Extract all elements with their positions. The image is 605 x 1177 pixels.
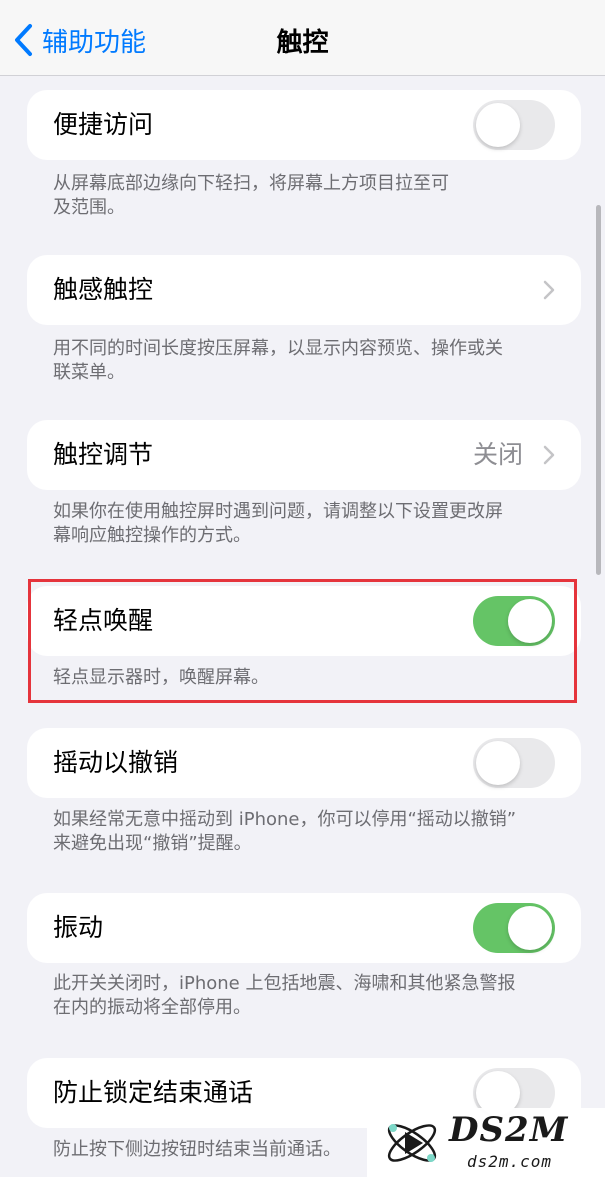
row-footer: 此开关关闭时，iPhone 上包括地震、海啸和其他紧急警报 在内的振动将全部停用… [53, 972, 563, 1020]
watermark-domain: ds2m.com [467, 1152, 553, 1171]
toggle-knob [476, 741, 520, 785]
row-footer: 如果你在使用触控屏时遇到问题，请调整以下设置更改屏 幕响应触控操作的方式。 [53, 500, 563, 548]
row-footer: 如果经常无意中摇动到 iPhone，你可以停用“摇动以撤销” 来避免出现“撤销”… [53, 808, 563, 856]
row-label: 振动 [53, 913, 104, 942]
reachability-toggle[interactable] [473, 100, 555, 150]
footer-line: 此开关关闭时，iPhone 上包括地震、海啸和其他紧急警报 [53, 973, 516, 994]
vibration-toggle[interactable] [473, 903, 555, 953]
watermark: DS2M ds2m.com [367, 1108, 605, 1177]
atom-logo-icon [387, 1124, 437, 1162]
setting-row-haptic-touch[interactable]: 触感触控 [27, 255, 581, 325]
chevron-right-icon [543, 280, 555, 300]
page-title: 触控 [276, 28, 329, 58]
setting-row-shake-to-undo[interactable]: 摇动以撤销 [27, 728, 581, 798]
row-label: 触感触控 [53, 275, 154, 304]
row-value: 关闭 [472, 440, 523, 469]
footer-line: 从屏幕底部边缘向下轻扫，将屏幕上方项目拉至可 [53, 173, 449, 194]
row-label: 触控调节 [53, 440, 154, 469]
toggle-knob [508, 906, 552, 950]
navigation-bar: 辅助功能 触控 [0, 0, 605, 76]
shake-to-undo-toggle[interactable] [473, 738, 555, 788]
row-label: 便捷访问 [53, 110, 154, 139]
footer-line: 如果经常无意中摇动到 iPhone，你可以停用“摇动以撤销” [53, 809, 517, 830]
footer-line: 在内的振动将全部停用。 [53, 997, 251, 1018]
highlight-box [28, 579, 577, 703]
row-footer: 从屏幕底部边缘向下轻扫，将屏幕上方项目拉至可 及范围。 [53, 172, 563, 220]
setting-row-touch-accommodations[interactable]: 触控调节 关闭 [27, 420, 581, 490]
footer-line: 及范围。 [53, 197, 125, 218]
row-label: 摇动以撤销 [53, 748, 179, 777]
scrollbar[interactable] [596, 205, 601, 575]
row-footer: 用不同的时间长度按压屏幕，以显示内容预览、操作或关 联菜单。 [53, 337, 563, 385]
footer-line: 如果你在使用触控屏时遇到问题，请调整以下设置更改屏 [53, 501, 503, 522]
row-label: 防止锁定结束通话 [53, 1078, 254, 1107]
footer-line: 用不同的时间长度按压屏幕，以显示内容预览、操作或关 [53, 338, 503, 359]
watermark-brand: DS2M [449, 1110, 569, 1150]
footer-line: 来避免出现“撤销”提醒。 [53, 833, 252, 854]
setting-row-vibration[interactable]: 振动 [27, 893, 581, 963]
footer-line: 幕响应触控操作的方式。 [53, 525, 251, 546]
setting-row-reachability[interactable]: 便捷访问 [27, 90, 581, 160]
chevron-right-icon [543, 445, 555, 465]
toggle-knob [476, 103, 520, 147]
footer-line: 联菜单。 [53, 362, 125, 383]
